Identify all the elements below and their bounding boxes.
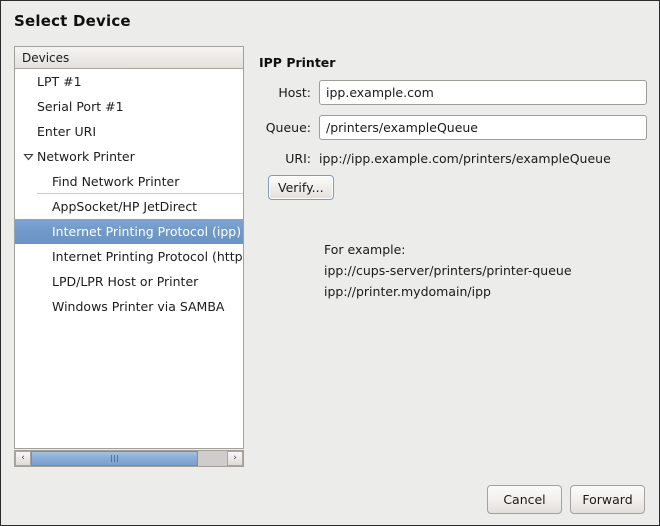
device-list-item-label: Windows Printer via SAMBA: [52, 299, 225, 314]
device-list-item-label: Find Network Printer: [52, 174, 180, 189]
device-list-item[interactable]: Find Network Printer: [15, 169, 243, 194]
example-heading: For example:: [324, 242, 406, 257]
forward-button[interactable]: Forward: [570, 485, 645, 514]
device-list-item[interactable]: Serial Port #1: [15, 94, 243, 119]
example-line-2: ipp://printer.mydomain/ipp: [324, 284, 491, 299]
cancel-button[interactable]: Cancel: [487, 485, 562, 514]
device-list-panel: Devices LPT #1 Serial Port #1 Enter URI Net…: [14, 46, 244, 449]
device-list-item-label: Network Printer: [37, 149, 135, 164]
device-list-item[interactable]: Internet Printing Protocol (https): [15, 244, 243, 269]
host-input[interactable]: [319, 80, 647, 105]
device-list-body[interactable]: LPT #1 Serial Port #1 Enter URI Network Pri…: [15, 69, 243, 448]
device-list-item[interactable]: Enter URI: [15, 119, 243, 144]
uri-label: URI:: [285, 151, 311, 166]
queue-label: Queue:: [265, 120, 311, 135]
uri-field-row: URI: ipp://ipp.example.com/printers/exam…: [259, 151, 647, 166]
uri-value: ipp://ipp.example.com/printers/exampleQu…: [319, 151, 611, 166]
device-list-item[interactable]: Windows Printer via SAMBA: [15, 294, 243, 319]
device-list-item-label: Serial Port #1: [37, 99, 124, 114]
device-list-item-label: Internet Printing Protocol (https): [52, 249, 243, 264]
device-list-item-label: LPD/LPR Host or Printer: [52, 274, 199, 289]
verify-button[interactable]: Verify...: [268, 175, 334, 200]
device-list-column-header-label: Devices: [22, 50, 70, 65]
device-list-item[interactable]: LPT #1: [15, 69, 243, 94]
scroll-left-arrow-glyph: ‹: [21, 453, 25, 463]
device-list-item[interactable]: LPD/LPR Host or Printer: [15, 269, 243, 294]
device-list-column-header[interactable]: Devices: [15, 47, 243, 69]
scroll-right-arrow-glyph: ›: [233, 453, 237, 463]
example-line-1: ipp://cups-server/printers/printer-queue: [324, 263, 572, 278]
device-list-horizontal-scrollbar[interactable]: ‹ ›: [14, 450, 244, 467]
host-field-row: Host:: [259, 80, 647, 105]
device-list-item-label: AppSocket/HP JetDirect: [52, 199, 198, 214]
scrollbar-track[interactable]: [31, 451, 227, 466]
scrollbar-thumb[interactable]: [31, 451, 198, 466]
scroll-right-arrow-icon[interactable]: ›: [227, 451, 243, 466]
ipp-printer-details-panel: IPP Printer Host: Queue: URI: ipp://ipp.…: [259, 46, 647, 299]
device-list-item-label: LPT #1: [37, 74, 82, 89]
details-panel-title: IPP Printer: [259, 55, 336, 70]
queue-input[interactable]: [319, 115, 647, 140]
scrollbar-grip-icon: [110, 455, 118, 462]
device-list-item[interactable]: Internet Printing Protocol (ipp): [15, 219, 243, 244]
device-list-item[interactable]: AppSocket/HP JetDirect: [15, 194, 243, 219]
dialog-title: Select Device: [14, 12, 131, 30]
host-label: Host:: [278, 85, 311, 100]
example-uri-help: For example: ipp://cups-server/printers/…: [324, 239, 572, 302]
scroll-left-arrow-icon[interactable]: ‹: [15, 451, 31, 466]
device-list-item-label: Internet Printing Protocol (ipp): [52, 224, 242, 239]
device-list-item[interactable]: Network Printer: [15, 144, 243, 169]
device-list-item-label: Enter URI: [37, 124, 97, 139]
queue-field-row: Queue:: [259, 115, 647, 140]
chevron-down-icon[interactable]: [19, 151, 37, 162]
select-device-dialog: Select Device Devices LPT #1 Serial Port …: [0, 0, 660, 526]
